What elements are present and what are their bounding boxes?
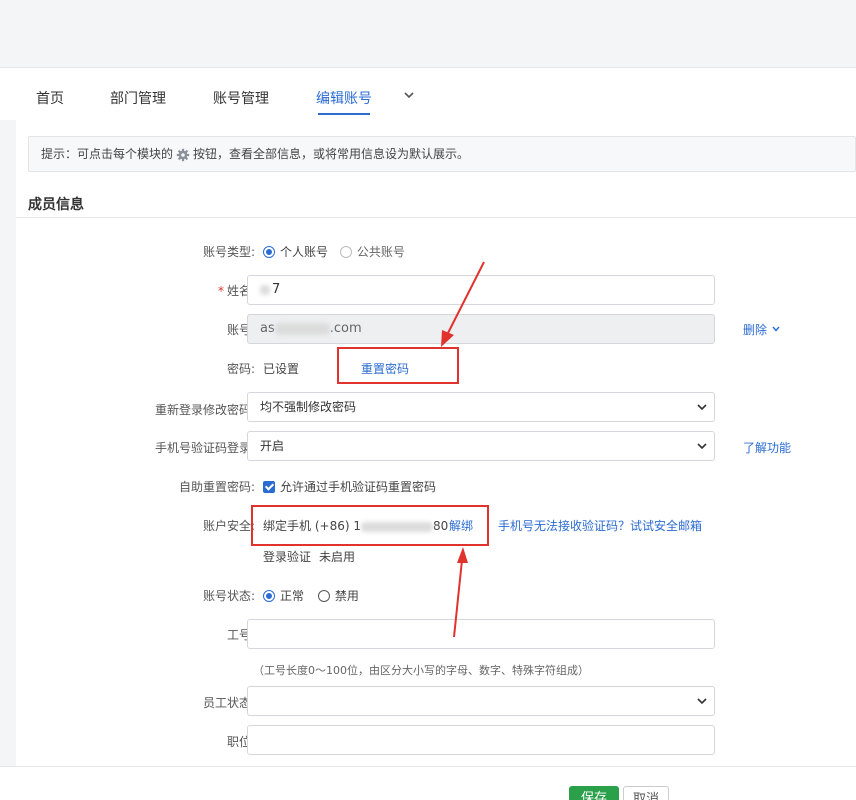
annotation-box-phone: [251, 505, 489, 546]
account-status-label: 账号状态:: [202, 589, 255, 603]
radio-icon: [339, 246, 352, 258]
chevron-down-icon: [697, 443, 707, 450]
account-type-label: 账号类型:: [202, 245, 255, 259]
tip-text-before: 提示：可点击每个模块的: [41, 147, 174, 161]
chevron-down-icon: [697, 698, 707, 705]
employee-status-label: 员工状态:: [202, 696, 255, 710]
name-input[interactable]: 7: [247, 275, 715, 305]
tip-text-after: 按钮，查看全部信息，或将常用信息设为默认展示。: [193, 147, 470, 161]
radio-normal[interactable]: 正常: [263, 589, 304, 603]
sms-login-select[interactable]: 开启: [247, 431, 715, 461]
position-label: 职位:: [226, 735, 255, 749]
save-button[interactable]: 保存: [569, 786, 619, 800]
position-input[interactable]: [247, 725, 715, 755]
annotation-box-reset-password: [337, 347, 459, 384]
password-label: 密码:: [226, 362, 255, 376]
footer-bar: [0, 766, 856, 800]
password-status: 已设置: [263, 362, 300, 376]
required-mark: *: [217, 284, 224, 298]
cancel-button[interactable]: 取消: [623, 786, 669, 800]
radio-icon-checked: [263, 246, 275, 258]
employee-status-select[interactable]: [247, 686, 715, 716]
section-title: 成员信息: [28, 197, 84, 213]
account-label: 账号:: [226, 323, 255, 337]
section-divider: [16, 217, 856, 218]
security-label: 账户安全:: [202, 519, 255, 533]
nav-bar: 首页 部门管理 账号管理 编辑账号: [0, 68, 856, 120]
account-type-options: 个人账号 公共账号: [263, 243, 405, 260]
radio-public[interactable]: 公共账号: [339, 245, 405, 259]
employee-id-hint: （工号长度0～100位，由区分大小写的字母、数字、特殊字符组成）: [253, 664, 589, 677]
login-verify: 登录验证 未启用: [263, 550, 356, 564]
employee-id-input[interactable]: [247, 619, 715, 649]
delete-account-link[interactable]: 删除: [743, 321, 781, 338]
chevron-down-icon[interactable]: [400, 86, 418, 104]
gear-icon: [176, 148, 190, 161]
tab-department-management[interactable]: 部门管理: [110, 88, 166, 108]
tab-account-management[interactable]: 账号管理: [213, 88, 269, 108]
self-reset-checkbox[interactable]: 允许通过手机验证码重置密码: [263, 478, 436, 495]
learn-feature-link[interactable]: 了解功能: [743, 439, 791, 456]
self-reset-label: 自助重置密码:: [178, 480, 255, 494]
redacted-mask: [260, 284, 270, 295]
redacted-mask: [274, 322, 330, 335]
employee-id-label: 工号:: [226, 628, 255, 642]
tab-edit-account[interactable]: 编辑账号: [316, 88, 372, 115]
relogin-label: 重新登录修改密码:: [154, 403, 255, 417]
tab-home[interactable]: 首页: [36, 88, 64, 108]
radio-icon: [317, 590, 330, 602]
sms-login-label: 手机号验证码登录:: [154, 441, 255, 455]
radio-disabled[interactable]: 禁用: [317, 589, 359, 603]
account-input: as .com: [247, 314, 715, 344]
account-status-options: 正常 禁用: [263, 587, 359, 604]
relogin-select[interactable]: 均不强制修改密码: [247, 392, 715, 422]
chevron-down-icon: [697, 404, 707, 411]
radio-icon-checked: [263, 590, 275, 602]
name-label: * 姓名:: [217, 284, 255, 298]
chevron-down-icon: [772, 326, 780, 332]
secure-email-link[interactable]: 手机号无法接收验证码？试试安全邮箱: [498, 517, 702, 534]
checkbox-checked-icon: [263, 481, 275, 493]
tip-banner: 提示：可点击每个模块的 按钮，查看全部信息，或将常用信息设为默认展示。: [28, 136, 856, 172]
top-header: [0, 0, 856, 68]
radio-personal[interactable]: 个人账号: [263, 245, 328, 259]
